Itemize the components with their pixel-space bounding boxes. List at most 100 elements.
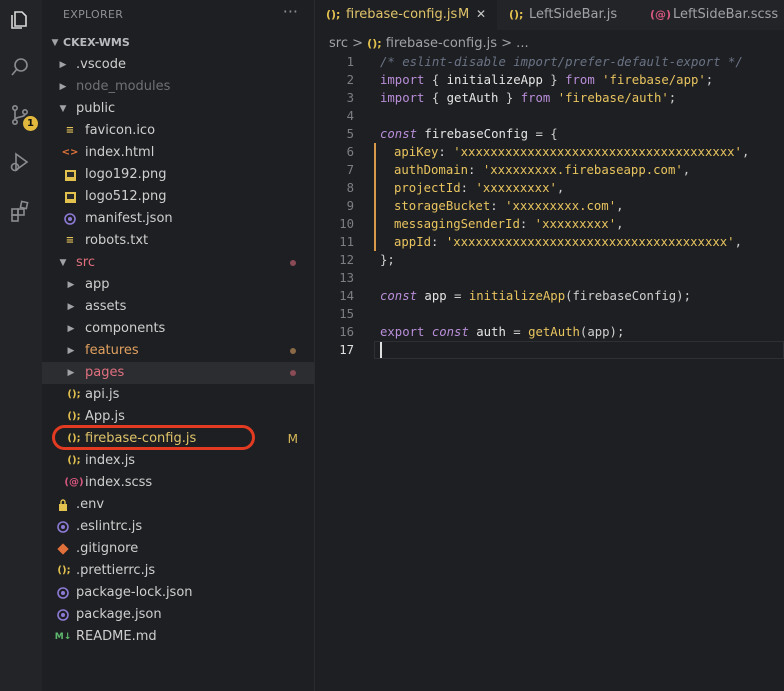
line-number: 1 xyxy=(346,55,354,69)
markdown-icon: M↓ xyxy=(54,632,72,642)
tree-item-index-scss[interactable]: (@) index.scss xyxy=(42,472,314,494)
tree-item-label: assets xyxy=(85,299,127,314)
code-line: 7 authDomain: 'xxxxxxxxx.firebaseapp.com'… xyxy=(315,161,784,179)
tab-firebase-config[interactable]: (); firebase-config.js M ✕ xyxy=(315,0,497,30)
tree-item-label: pages xyxy=(85,365,125,380)
search-icon[interactable] xyxy=(6,53,34,81)
extensions-icon[interactable] xyxy=(6,197,34,225)
tree-item-public[interactable]: ▼ public xyxy=(42,98,314,120)
tree-item-pages[interactable]: ▶ pages xyxy=(42,362,314,384)
tree-item-app-js[interactable]: (); App.js xyxy=(42,406,314,428)
tree-item-api-js[interactable]: (); api.js xyxy=(42,384,314,406)
tree-item-label: node_modules xyxy=(76,79,171,94)
tree-item-readme[interactable]: M↓ README.md xyxy=(42,626,314,648)
js-file-icon: (); xyxy=(67,433,81,444)
tab-label: LeftSideBar.scss xyxy=(673,7,779,22)
close-icon[interactable]: ✕ xyxy=(476,0,486,29)
more-actions-icon[interactable]: ··· xyxy=(283,2,298,21)
tree-item-label: .gitignore xyxy=(76,541,139,556)
tree-item-label: .eslintrc.js xyxy=(76,519,143,534)
tree-item-index-js[interactable]: (); index.js xyxy=(42,450,314,472)
code-line: 9 storageBucket: 'xxxxxxxxx.com', xyxy=(315,197,784,215)
chevron-right-icon: ▶ xyxy=(67,346,75,356)
code-text: authDomain: 'xxxxxxxxx.firebaseapp.com', xyxy=(394,163,691,177)
code-line: 2 import { initializeApp } from 'firebase… xyxy=(315,71,784,89)
source-control-icon[interactable]: 1 xyxy=(6,101,38,131)
scss-file-icon: (@) xyxy=(64,477,84,488)
activity-bar: 1 xyxy=(0,0,42,691)
code-text: import { getAuth } from 'firebase/auth'; xyxy=(380,91,677,105)
line-number: 9 xyxy=(346,199,354,213)
tree-item-src[interactable]: ▼ src xyxy=(42,252,314,274)
change-marker xyxy=(374,179,376,197)
breadcrumb-folder[interactable]: src xyxy=(329,36,348,51)
code-line: 6 apiKey: 'xxxxxxxxxxxxxxxxxxxxxxxxxxxxxx… xyxy=(315,143,784,161)
file-tree: ▼ CKEX-WMS ▶ .vscode ▶ node_modules ▼ pu… xyxy=(42,32,314,648)
tab-label: firebase-config.js xyxy=(346,7,458,22)
tree-item-logo192[interactable]: logo192.png xyxy=(42,164,314,186)
tree-item-package-lock[interactable]: package-lock.json xyxy=(42,582,314,604)
tab-label: LeftSideBar.js xyxy=(529,7,618,22)
code-text: import { initializeApp } from 'firebase/… xyxy=(380,73,714,87)
line-number: 7 xyxy=(346,163,354,177)
tree-item-label: index.scss xyxy=(85,475,153,490)
modified-flag: M xyxy=(458,7,470,22)
tree-item-label: robots.txt xyxy=(85,233,149,248)
tree-item-label: .env xyxy=(76,497,105,512)
modified-dot xyxy=(290,260,296,266)
run-debug-icon[interactable] xyxy=(6,148,34,176)
npm-icon xyxy=(56,608,70,622)
tree-item-firebase-config[interactable]: (); firebase-config.js M xyxy=(42,428,314,450)
image-file-icon xyxy=(63,190,77,204)
js-file-icon: (); xyxy=(57,565,71,576)
js-file-icon: (); xyxy=(367,37,382,50)
line-number: 12 xyxy=(339,253,354,267)
tree-item-assets[interactable]: ▶ assets xyxy=(42,296,314,318)
js-file-icon: (); xyxy=(509,8,524,21)
tree-item-package-json[interactable]: package.json xyxy=(42,604,314,626)
tree-item-node-modules[interactable]: ▶ node_modules xyxy=(42,76,314,98)
breadcrumb-more[interactable]: > ... xyxy=(501,36,528,51)
root-folder[interactable]: ▼ CKEX-WMS xyxy=(42,32,314,54)
tree-item-prettierrc[interactable]: (); .prettierrc.js xyxy=(42,560,314,582)
js-file-icon: (); xyxy=(67,411,81,422)
code-editor[interactable]: 1 /* eslint-disable import/prefer-default… xyxy=(315,53,784,359)
tree-item-app[interactable]: ▶ app xyxy=(42,274,314,296)
modified-flag: M xyxy=(287,432,298,446)
js-file-icon: (); xyxy=(67,455,81,466)
tab-leftsidebar-scss[interactable]: (@) LeftSideBar.scss xyxy=(633,0,784,30)
tree-item-label: components xyxy=(85,321,166,336)
tree-item-label: firebase-config.js xyxy=(85,431,197,446)
tab-leftsidebar-js[interactable]: (); LeftSideBar.js xyxy=(497,0,633,30)
tree-item-env[interactable]: .env xyxy=(42,494,314,516)
change-marker xyxy=(374,215,376,233)
tree-item-favicon[interactable]: ≡ favicon.ico xyxy=(42,120,314,142)
tree-item-features[interactable]: ▶ features xyxy=(42,340,314,362)
tree-item-label: .prettierrc.js xyxy=(76,563,156,578)
tree-item-label: app xyxy=(85,277,110,292)
code-line: 4 xyxy=(315,107,784,125)
tree-item-components[interactable]: ▶ components xyxy=(42,318,314,340)
tree-item-index-html[interactable]: <> index.html xyxy=(42,142,314,164)
line-number: 8 xyxy=(346,181,354,195)
code-text: storageBucket: 'xxxxxxxxx.com', xyxy=(394,199,624,213)
explorer-sidebar: EXPLORER ··· ▼ CKEX-WMS ▶ .vscode ▶ node… xyxy=(42,0,315,691)
tree-item-manifest[interactable]: manifest.json xyxy=(42,208,314,230)
git-icon xyxy=(56,542,70,556)
breadcrumb-file[interactable]: firebase-config.js xyxy=(386,36,497,51)
code-text: appId: 'xxxxxxxxxxxxxxxxxxxxxxxxxxxxxxxx… xyxy=(394,235,742,249)
change-marker xyxy=(374,233,376,251)
json-file-icon xyxy=(63,212,77,226)
files-icon[interactable] xyxy=(6,6,34,34)
tree-item-eslintrc[interactable]: .eslintrc.js xyxy=(42,516,314,538)
explorer-title: EXPLORER xyxy=(63,8,124,21)
text-cursor xyxy=(380,342,382,358)
tree-item-robots[interactable]: ≡ robots.txt xyxy=(42,230,314,252)
tree-item-logo512[interactable]: logo512.png xyxy=(42,186,314,208)
editor-area: (); firebase-config.js M ✕ (); LeftSideB… xyxy=(315,0,784,691)
html-file-icon: <> xyxy=(61,147,79,158)
code-text: const app = initializeApp(firebaseConfig… xyxy=(380,289,691,303)
tree-item-gitignore[interactable]: .gitignore xyxy=(42,538,314,560)
line-number: 10 xyxy=(339,217,354,231)
tree-item-vscode[interactable]: ▶ .vscode xyxy=(42,54,314,76)
